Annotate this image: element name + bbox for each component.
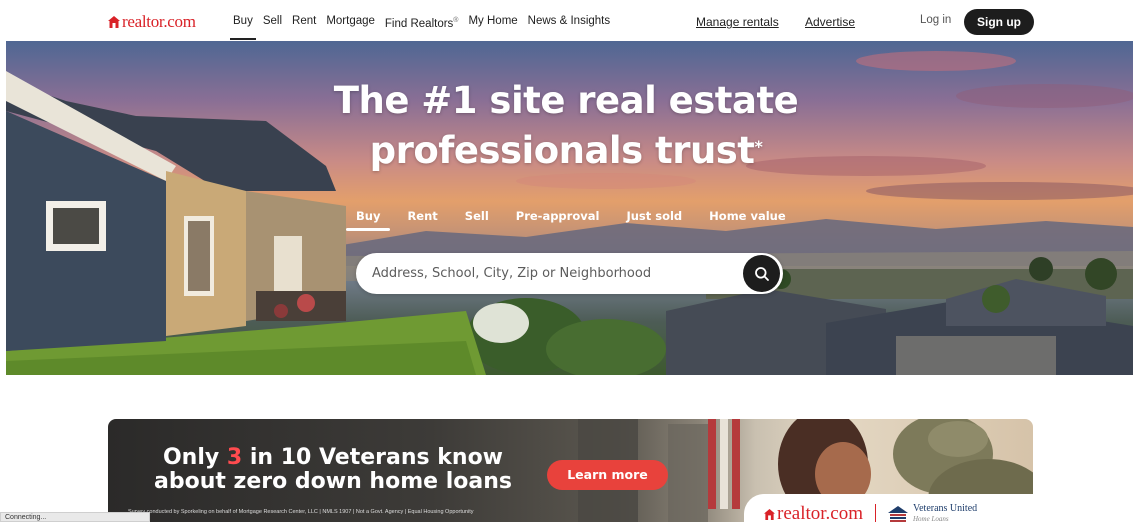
- nav-find-realtors-label: Find Realtors: [384, 17, 454, 30]
- hero-headline: The #1 site real estate professionals tr…: [246, 76, 886, 176]
- advertise-link[interactable]: Advertise: [805, 0, 855, 42]
- promo-line-2: about zero down home loans: [154, 469, 512, 494]
- search-input[interactable]: [372, 253, 732, 294]
- cobrand-realtor-logo: realtor.com: [777, 503, 863, 522]
- nav-find-realtors[interactable]: Find Realtors®: [385, 0, 459, 42]
- search-tab-home-value[interactable]: Home value: [709, 205, 786, 233]
- headline-asterisk: *: [754, 137, 763, 156]
- browser-status-bar: Connecting...: [0, 512, 150, 522]
- partner-name: Veterans United: [913, 503, 978, 514]
- nav-buy[interactable]: Buy: [230, 0, 256, 42]
- flag-house-icon: [888, 506, 908, 522]
- main-nav: Buy Sell Rent Mortgage Find Realtors® My…: [228, 0, 615, 42]
- promo-highlight: 3: [226, 445, 243, 470]
- search-tabs: Buy Rent Sell Pre-approval Just sold Hom…: [345, 205, 813, 233]
- veterans-united-text: Veterans United Home Loans: [913, 504, 977, 522]
- search-tab-rent[interactable]: Rent: [407, 205, 437, 233]
- promo-headline: Only 3 in 10 Veterans know about zero do…: [138, 446, 528, 494]
- promo-pre: Only: [162, 445, 227, 470]
- hero-section: The #1 site real estate professionals tr…: [6, 41, 1133, 375]
- search-tab-sell[interactable]: Sell: [465, 205, 489, 233]
- partner-sub: Home Loans: [913, 515, 949, 522]
- nav-sell[interactable]: Sell: [263, 0, 282, 42]
- learn-more-button[interactable]: Learn more: [547, 460, 668, 490]
- nav-my-home[interactable]: My Home: [468, 0, 517, 42]
- search-tab-pre-approval[interactable]: Pre-approval: [516, 205, 600, 233]
- headline-line-1: The #1 site real estate: [333, 79, 799, 122]
- search-bar: [356, 253, 783, 294]
- search-icon: [754, 266, 769, 281]
- veterans-united-logo: Veterans United Home Loans: [888, 504, 977, 522]
- search-button[interactable]: [743, 255, 780, 292]
- top-header: realtor.com Buy Sell Rent Mortgage Find …: [0, 0, 1133, 42]
- signup-button[interactable]: Sign up: [964, 9, 1034, 35]
- search-tab-just-sold[interactable]: Just sold: [626, 205, 682, 233]
- promo-disclaimer: Survey conducted by Sporkeling on behalf…: [128, 509, 474, 515]
- cobrand-divider: [875, 504, 876, 522]
- veterans-promo-banner[interactable]: Only 3 in 10 Veterans know about zero do…: [108, 419, 1033, 522]
- headline-line-2-text: professionals trust: [369, 129, 755, 172]
- realtor-logo[interactable]: realtor.com: [108, 12, 196, 32]
- house-logo-icon: [764, 508, 775, 520]
- manage-rentals-link[interactable]: Manage rentals: [696, 0, 779, 42]
- nav-mortgage[interactable]: Mortgage: [326, 0, 375, 42]
- cobrand-logos: realtor.com Veterans United Home Loans: [744, 494, 1033, 522]
- login-link[interactable]: Log in: [920, 14, 951, 26]
- house-logo-icon: [108, 16, 120, 28]
- nav-rent[interactable]: Rent: [292, 0, 316, 42]
- registered-mark: ®: [453, 17, 459, 24]
- promo-line-1: Only 3 in 10 Veterans know: [138, 446, 528, 470]
- nav-news-insights[interactable]: News & Insights: [528, 0, 610, 42]
- promo-post: in 10 Veterans know: [242, 445, 504, 470]
- headline-line-2: professionals trust*: [246, 126, 886, 176]
- search-tab-buy[interactable]: Buy: [345, 205, 392, 233]
- logo-text: realtor.com: [122, 12, 196, 31]
